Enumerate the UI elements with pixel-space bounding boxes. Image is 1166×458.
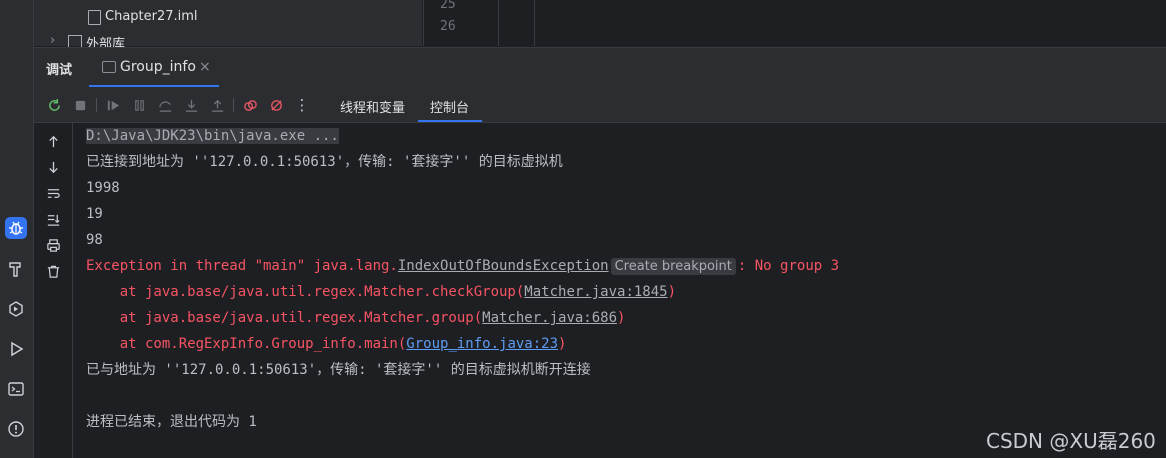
arrow-down-icon[interactable] (44, 158, 62, 176)
create-breakpoint-hint[interactable]: Create breakpoint (610, 258, 736, 275)
tab-console[interactable]: 控制台 (430, 97, 469, 116)
resume-icon[interactable] (104, 96, 122, 114)
tab-label: Group_info (120, 59, 196, 75)
stack-frame-text: at java.base/java.util.regex.Matcher.che… (86, 284, 525, 300)
pause-icon[interactable] (130, 96, 148, 114)
tab-active-indicator (89, 85, 219, 87)
console-tab-icon (102, 61, 116, 73)
stack-frame-close: ) (667, 284, 677, 300)
exception-class-link[interactable]: IndexOutOfBoundsException (398, 258, 609, 274)
terminal-icon[interactable] (5, 378, 27, 400)
editor-gutter (423, 0, 499, 46)
stack-frame-link[interactable]: Matcher.java:686 (482, 310, 617, 326)
console-line-stacktrace: at com.RegExpInfo.Group_info.main(Group_… (86, 334, 567, 354)
console-line-stacktrace: at java.base/java.util.regex.Matcher.gro… (86, 308, 626, 328)
library-icon (68, 35, 82, 47)
soft-wrap-icon[interactable] (44, 184, 62, 202)
debug-toolbar (34, 88, 1166, 123)
tab-threads-variables[interactable]: 线程和变量 (340, 97, 405, 116)
stack-frame-text: at com.RegExpInfo.Group_info.main( (86, 336, 407, 352)
line-number: 26 (440, 19, 456, 34)
tree-item-chapter27-iml[interactable]: Chapter27.iml (105, 9, 198, 24)
console-line-output: 1998 (86, 180, 120, 196)
console-line-output: 19 (86, 206, 103, 222)
exception-prefix: Exception in thread "main" java.lang. (86, 258, 398, 274)
stack-frame-link[interactable]: Matcher.java:1845 (524, 284, 667, 300)
editor-divider (534, 0, 535, 46)
line-number: 25 (440, 0, 456, 12)
command-text[interactable]: D:\Java\JDK23\bin\java.exe ... (86, 128, 339, 144)
tool-window-title: 调试 (46, 63, 73, 78)
stack-frame-close: ) (617, 310, 626, 326)
mute-breakpoints-icon[interactable] (267, 96, 285, 114)
console-line-disconnected: 已与地址为 ''127.0.0.1:50613'，传输: '套接字'' 的目标虚… (86, 362, 591, 378)
watermark: CSDN @XU磊260 (986, 429, 1156, 453)
scroll-to-end-icon[interactable] (44, 210, 62, 228)
debug-icon[interactable] (5, 217, 27, 239)
stack-frame-close: ) (558, 336, 567, 352)
console-line-command: D:\Java\JDK23\bin\java.exe ... (86, 126, 339, 146)
stop-icon[interactable] (71, 96, 89, 114)
console-line-stacktrace: at java.base/java.util.regex.Matcher.che… (86, 282, 676, 302)
view-breakpoints-icon[interactable] (241, 96, 259, 114)
console-line-exit-code: 进程已结束，退出代码为 1 (86, 414, 257, 430)
build-hammer-icon[interactable] (5, 258, 27, 280)
run-icon[interactable] (5, 338, 27, 360)
editor-area[interactable] (498, 0, 1166, 46)
step-out-icon[interactable] (208, 96, 226, 114)
rerun-icon[interactable] (45, 96, 63, 114)
close-icon[interactable]: × (199, 59, 211, 75)
chevron-right-icon[interactable]: › (50, 33, 55, 48)
console-line-output: 98 (86, 232, 103, 248)
iml-file-icon (88, 10, 101, 25)
console-line-connected: 已连接到地址为 ''127.0.0.1:50613'，传输: '套接字'' 的目… (86, 154, 563, 170)
services-icon[interactable] (5, 298, 27, 320)
stack-frame-link-source[interactable]: Group_info.java:23 (406, 336, 558, 352)
toolbar-separator (233, 98, 234, 112)
console-tab-indicator (418, 120, 482, 122)
stack-frame-text: at java.base/java.util.regex.Matcher.gro… (86, 310, 483, 326)
console-line-exception: Exception in thread "main" java.lang.Ind… (86, 256, 839, 276)
arrow-up-icon[interactable] (44, 132, 62, 150)
trash-icon[interactable] (44, 262, 62, 280)
print-icon[interactable] (44, 236, 62, 254)
step-over-icon[interactable] (156, 96, 174, 114)
toolbar-separator (96, 98, 97, 112)
problems-icon[interactable] (5, 418, 27, 440)
step-into-icon[interactable] (182, 96, 200, 114)
exception-message: : No group 3 (737, 258, 840, 274)
more-options-icon[interactable]: ⋮ (293, 96, 311, 114)
